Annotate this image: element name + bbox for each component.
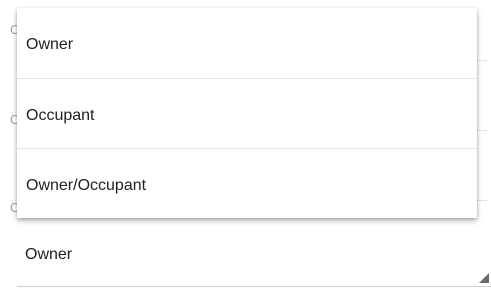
- menu-item-label: Owner: [26, 36, 74, 53]
- menu-item-owner-occupant[interactable]: Owner/Occupant: [17, 148, 477, 218]
- menu-item-label: Owner/Occupant: [26, 177, 147, 194]
- dropdown-corner-icon[interactable]: [479, 273, 489, 283]
- owner-type-select[interactable]: Owner: [17, 228, 491, 287]
- form-page: C C C Owner Owner Occupant Owner/Occupan…: [0, 0, 491, 293]
- menu-item-label: Occupant: [26, 107, 95, 124]
- menu-item-owner[interactable]: Owner: [17, 8, 477, 78]
- dropdown-menu: Owner Occupant Owner/Occupant: [17, 8, 477, 218]
- menu-item-occupant[interactable]: Occupant: [17, 78, 477, 148]
- select-value: Owner: [25, 246, 73, 263]
